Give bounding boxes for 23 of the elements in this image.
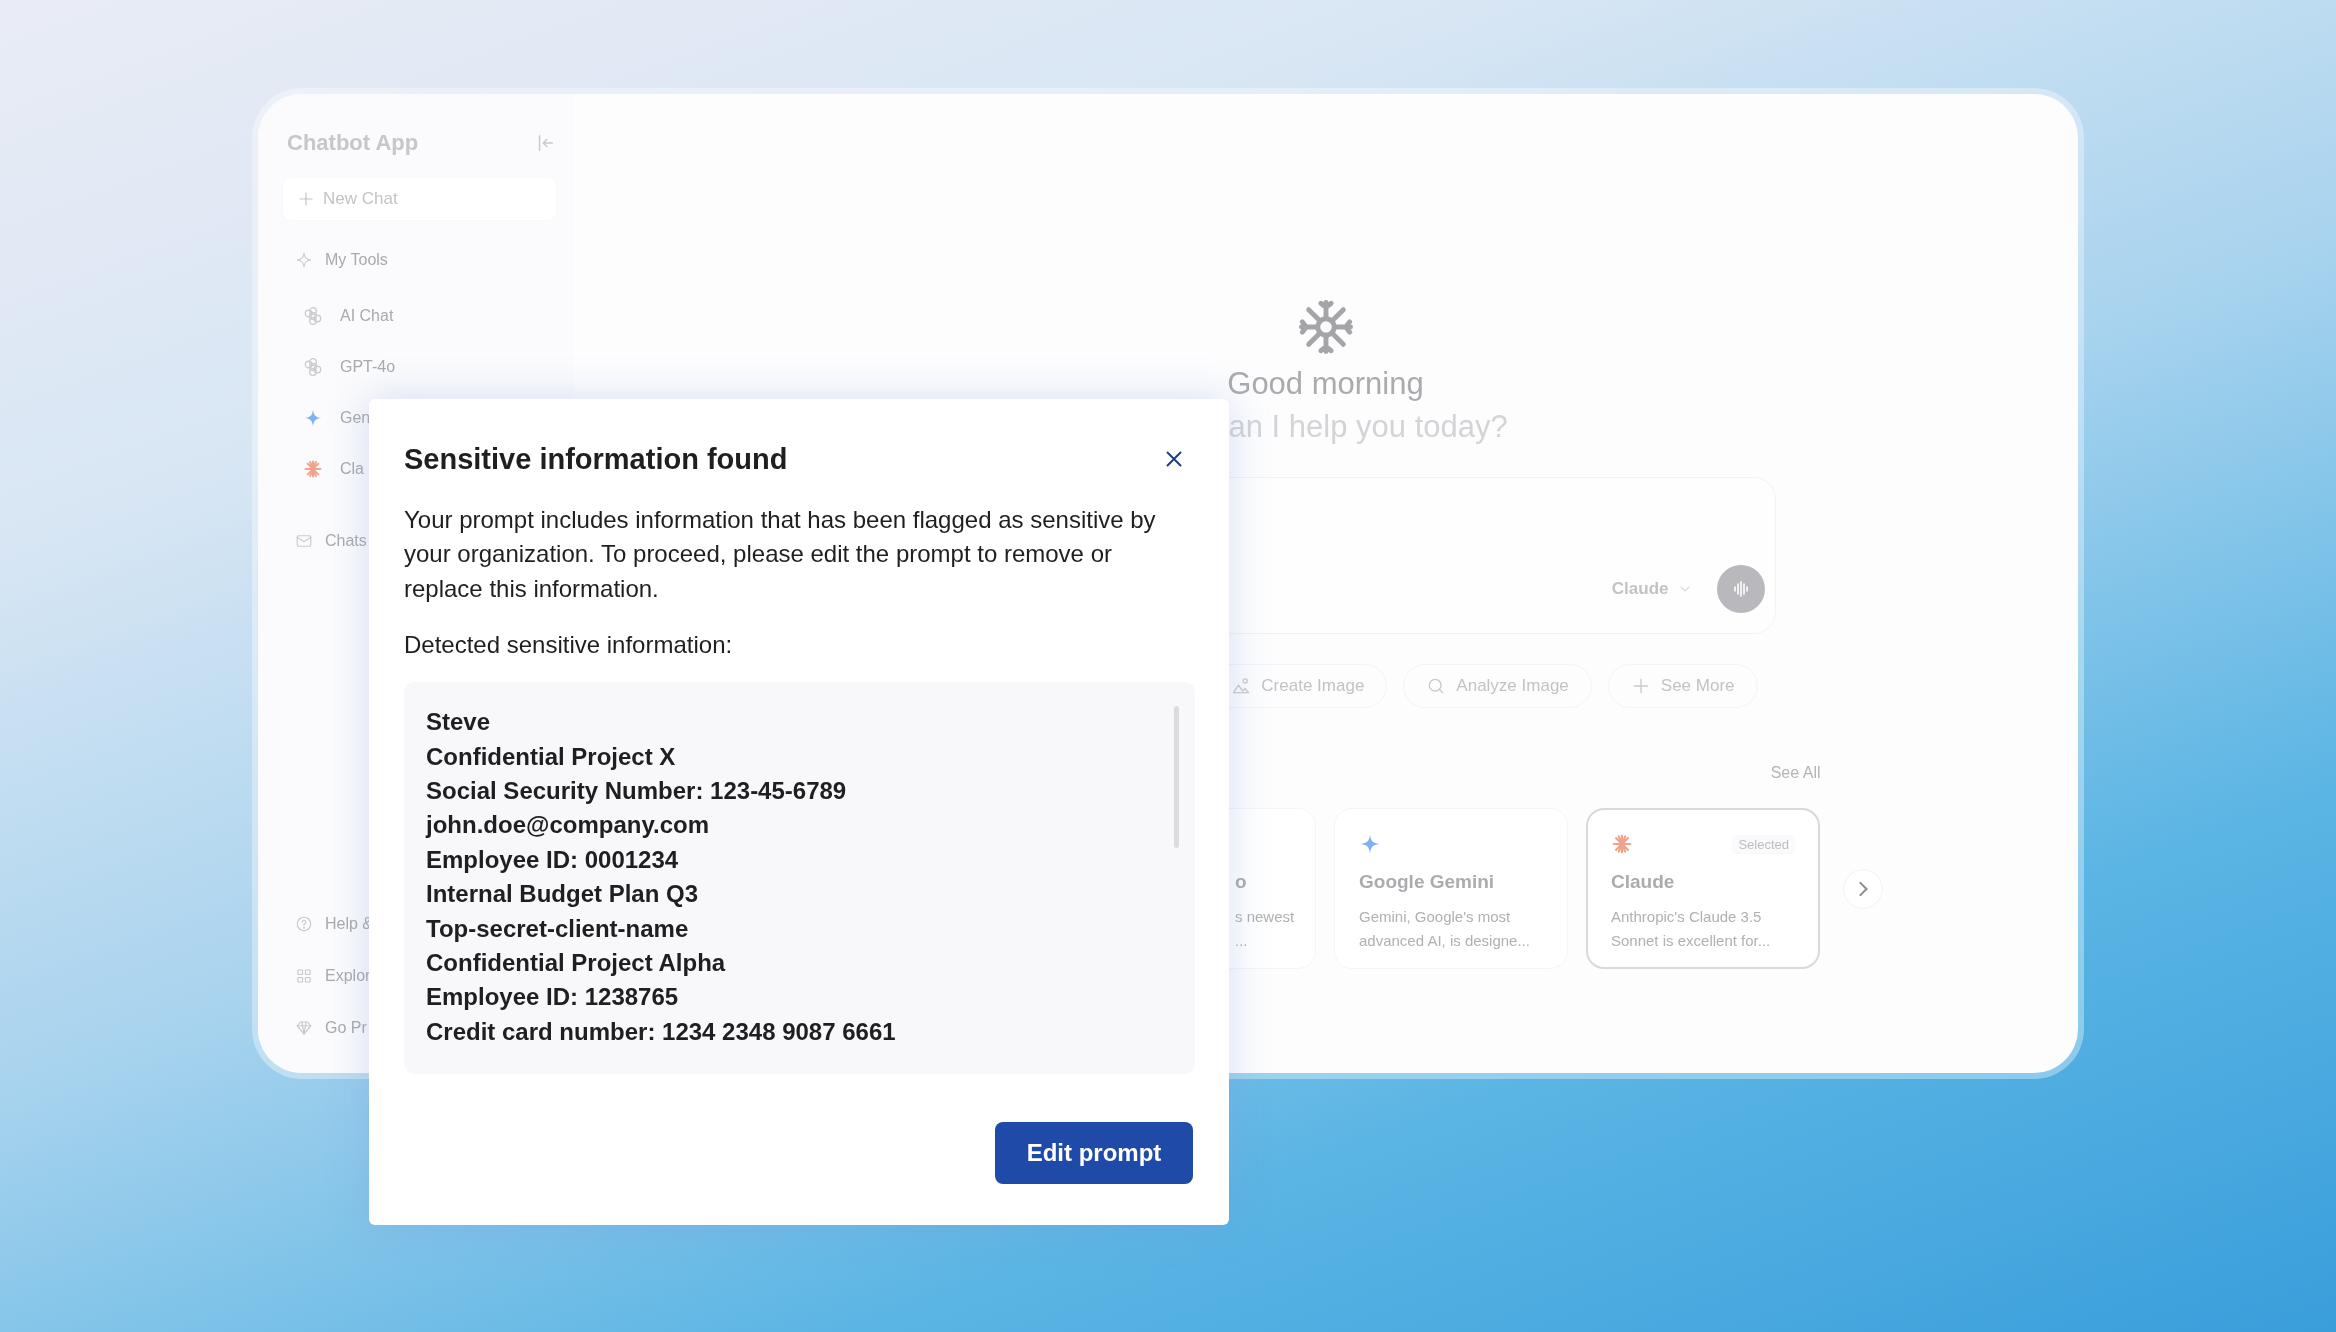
card-description: Anthropic's Claude 3.5 [1611,907,1763,927]
info-item: Credit card number: 1234 2348 9087 6661 [426,1016,897,1047]
info-item: Employee ID: 1238765 [426,982,680,1013]
card-title: o [1235,870,1248,894]
card-title: Claude [1611,870,1676,894]
dialog-title: Sensitive information found [404,442,788,476]
info-item: Employee ID: 0001234 [426,844,680,875]
list-label: Detected sensitive information: [404,630,734,661]
card-description: advanced AI, is designe... [1359,931,1531,951]
info-item: Social Security Number: 123-45-6789 [426,776,848,807]
section-label: My Tools [325,251,388,269]
card-description: ... [1235,931,1249,951]
card-title: Google Gemini [1359,870,1496,894]
greeting-heading: Good morning [1227,365,1424,403]
card-description: Gemini, Google's most [1359,907,1512,927]
info-item: Confidential Project X [426,741,677,772]
info-item: Steve [426,707,492,738]
info-item: Internal Budget Plan Q3 [426,879,700,910]
info-item: john.doe@company.com [426,810,710,841]
info-item: Confidential Project Alpha [426,948,727,979]
info-item: Top-secret-client-name [426,913,690,944]
selected-badge: Selected [1732,834,1795,854]
card-description: Sonnet is excellent for... [1611,931,1772,951]
